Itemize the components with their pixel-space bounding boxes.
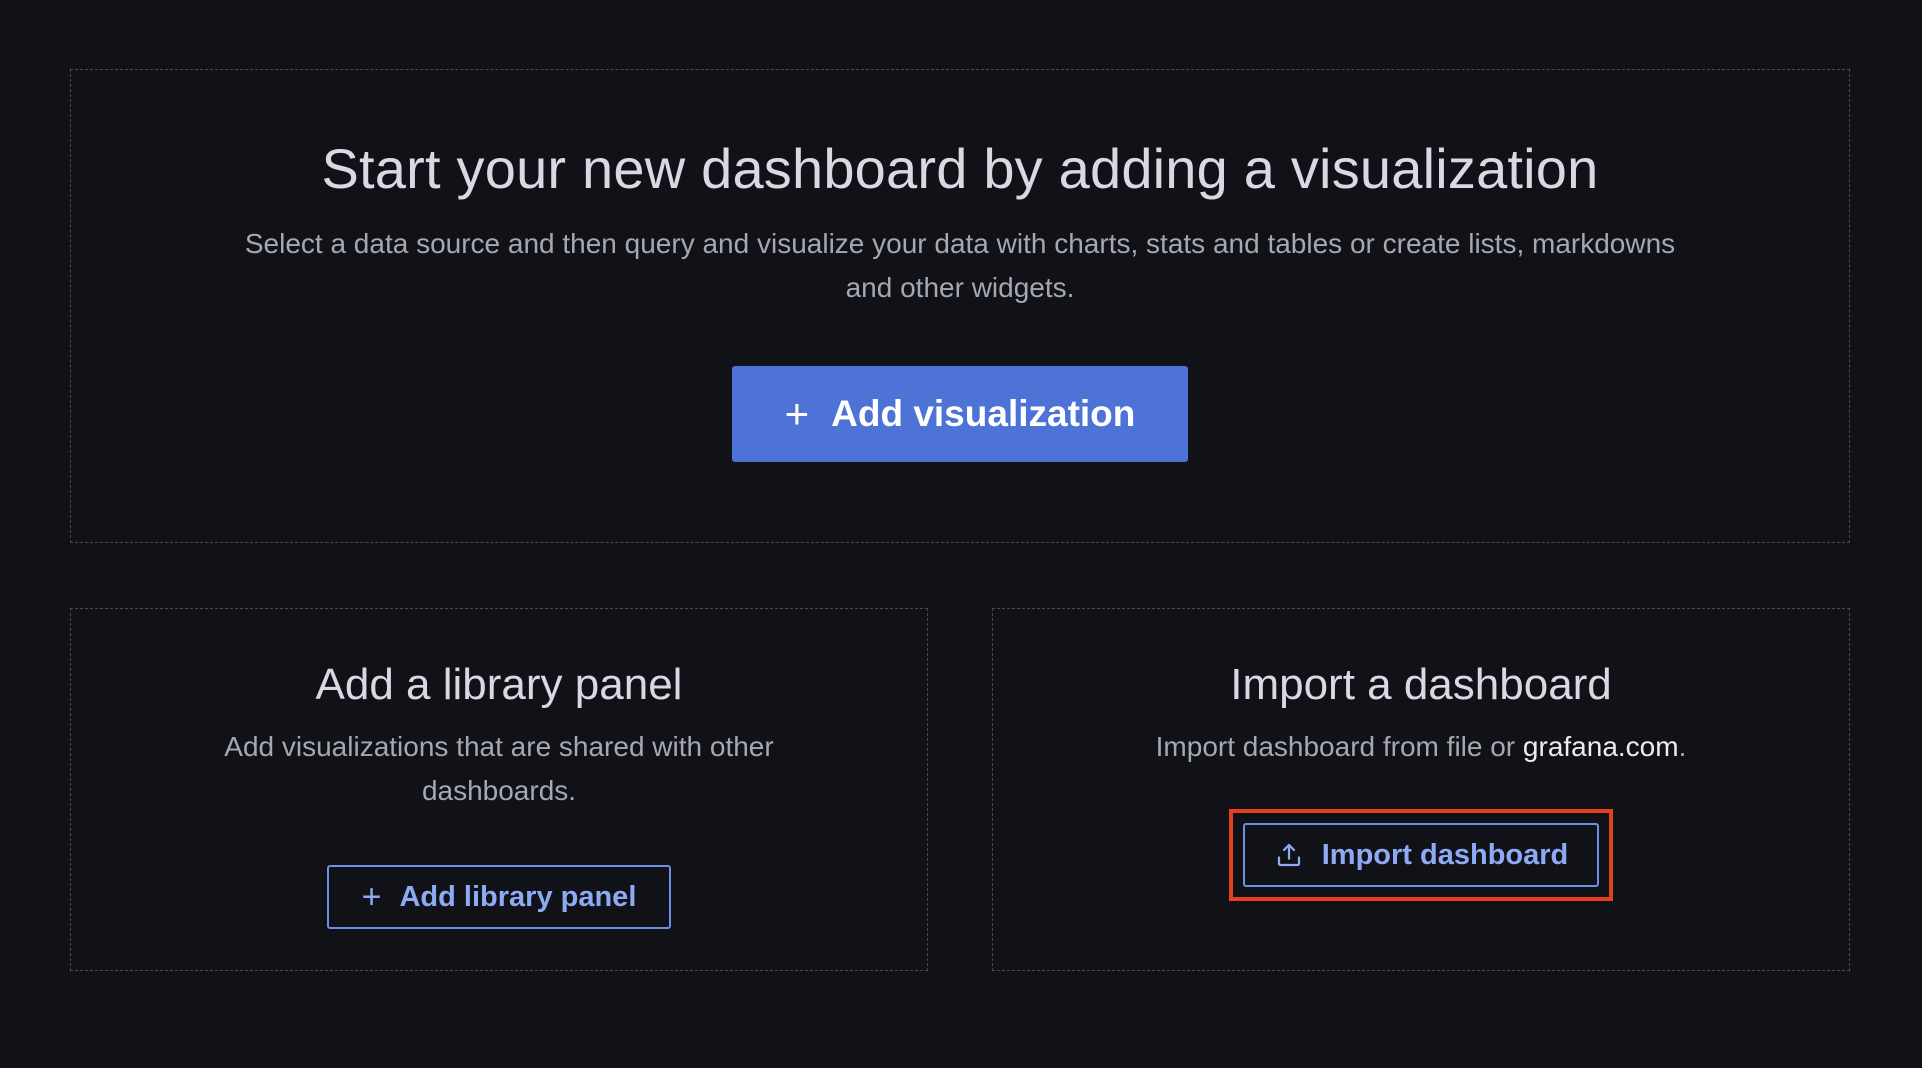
import-dashboard-button-label: Import dashboard xyxy=(1321,838,1569,871)
import-description-suffix: . xyxy=(1678,731,1687,762)
add-library-panel-button-label: Add library panel xyxy=(399,880,637,913)
add-library-panel-button[interactable]: + Add library panel xyxy=(327,865,671,929)
import-button-highlight: Import dashboard xyxy=(1229,809,1613,901)
import-dashboard-title: Import a dashboard xyxy=(1230,660,1612,709)
add-visualization-button[interactable]: + Add visualization xyxy=(732,366,1188,462)
empty-dashboard-page: Start your new dashboard by adding a vis… xyxy=(0,0,1922,1068)
import-description-text: Import dashboard from file or xyxy=(1155,731,1523,762)
library-panel-title: Add a library panel xyxy=(315,660,683,709)
plus-icon: + xyxy=(784,390,810,437)
import-dashboard-button[interactable]: Import dashboard xyxy=(1243,823,1599,887)
add-visualization-title: Start your new dashboard by adding a vis… xyxy=(321,137,1599,200)
import-dashboard-card: Import a dashboard Import dashboard from… xyxy=(992,608,1850,971)
library-panel-description: Add visualizations that are shared with … xyxy=(224,731,774,806)
add-visualization-button-label: Add visualization xyxy=(831,393,1136,434)
add-library-panel-card: Add a library panel Add visualizations t… xyxy=(70,608,928,971)
add-visualization-description: Select a data source and then query and … xyxy=(244,228,1676,303)
add-visualization-card: Start your new dashboard by adding a vis… xyxy=(70,69,1850,543)
import-dashboard-description: Import dashboard from file or grafana.co… xyxy=(1156,725,1687,769)
upload-icon xyxy=(1274,840,1304,870)
plus-icon: + xyxy=(361,878,382,916)
grafana-com-link[interactable]: grafana.com xyxy=(1523,731,1679,762)
